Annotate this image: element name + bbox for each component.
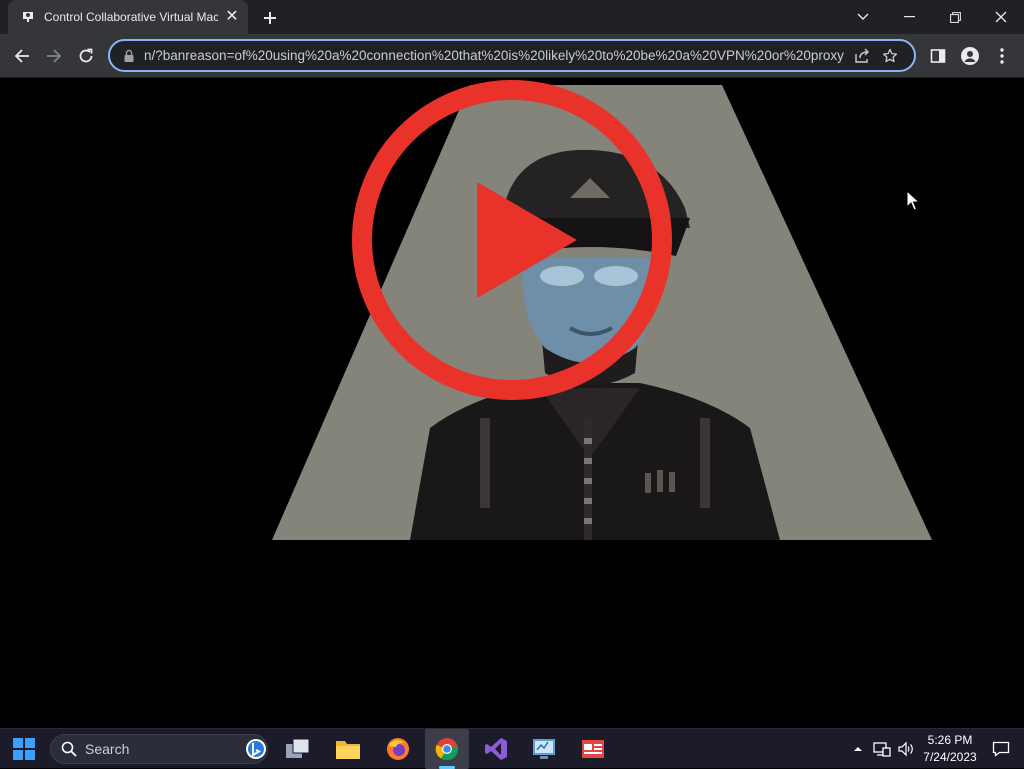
close-window-button[interactable] <box>978 0 1024 34</box>
url-text[interactable]: n/?banreason=of%20using%20a%20connection… <box>144 48 848 63</box>
taskbar: Search 5:26 PM 7/24/2023 <box>0 728 1024 769</box>
show-hidden-icons-button[interactable] <box>848 729 868 769</box>
news-icon <box>582 740 604 758</box>
tab-title: Control Collaborative Virtual Machine <box>44 10 218 24</box>
video-player[interactable] <box>0 78 1024 730</box>
chevron-down-icon <box>857 13 869 20</box>
control-panel-button[interactable] <box>522 729 566 769</box>
visual-studio-button[interactable] <box>474 729 518 769</box>
restore-icon <box>949 11 961 23</box>
tab-search-button[interactable] <box>840 0 886 34</box>
start-button[interactable] <box>2 729 46 769</box>
taskbar-clock[interactable]: 5:26 PM 7/24/2023 <box>916 732 984 766</box>
reload-button[interactable] <box>72 42 100 70</box>
clock-time: 5:26 PM <box>927 733 973 747</box>
minimize-icon <box>903 16 915 18</box>
side-panel-button[interactable] <box>924 42 952 70</box>
notification-icon <box>992 741 1010 757</box>
new-tab-button[interactable] <box>258 6 282 30</box>
bing-icon[interactable] <box>245 738 267 760</box>
notifications-button[interactable] <box>988 729 1014 769</box>
reload-icon <box>79 48 93 63</box>
forward-button[interactable] <box>40 42 68 70</box>
chrome-icon <box>435 738 459 761</box>
menu-button[interactable] <box>988 42 1016 70</box>
arrow-right-icon <box>47 49 62 63</box>
task-view-icon <box>286 738 310 758</box>
volume-button[interactable] <box>894 729 918 769</box>
restore-button[interactable] <box>932 0 978 34</box>
chevron-up-icon <box>854 747 862 751</box>
volume-icon <box>898 741 913 757</box>
profile-avatar-icon <box>961 47 979 65</box>
firefox-icon <box>387 738 409 760</box>
network-icon <box>873 742 891 757</box>
close-icon <box>995 11 1007 23</box>
firefox-button[interactable] <box>376 729 420 769</box>
visual-studio-icon <box>485 738 507 760</box>
bookmark-star-icon[interactable] <box>876 42 904 70</box>
arrow-left-icon <box>14 49 29 63</box>
taskbar-search[interactable]: Search <box>50 734 268 764</box>
clock-date: 7/24/2023 <box>923 750 977 764</box>
address-bar[interactable]: n/?banreason=of%20using%20a%20connection… <box>108 39 916 72</box>
lock-icon[interactable] <box>122 49 136 63</box>
windows-logo-icon <box>13 738 35 760</box>
kebab-menu-icon <box>1000 48 1004 64</box>
chrome-button[interactable] <box>425 729 469 769</box>
file-explorer-button[interactable] <box>326 729 370 769</box>
vm-favicon-icon <box>20 9 36 25</box>
tab-strip: Control Collaborative Virtual Machine ✕ <box>0 0 1024 34</box>
search-label: Search <box>85 741 130 757</box>
network-button[interactable] <box>870 729 894 769</box>
profile-button[interactable] <box>956 42 984 70</box>
tab-close-icon[interactable]: ✕ <box>224 9 240 25</box>
folder-icon <box>336 741 360 759</box>
news-app-button[interactable] <box>571 729 615 769</box>
share-icon[interactable] <box>848 42 876 70</box>
page-content <box>0 78 1024 730</box>
mouse-cursor-icon <box>906 190 920 211</box>
plus-icon <box>264 12 276 24</box>
control-panel-icon <box>533 739 555 759</box>
back-button[interactable] <box>8 42 36 70</box>
search-icon <box>61 741 77 757</box>
browser-tab[interactable]: Control Collaborative Virtual Machine ✕ <box>8 0 248 34</box>
minimize-button[interactable] <box>886 0 932 34</box>
task-view-button[interactable] <box>276 729 320 769</box>
side-panel-icon <box>930 49 946 63</box>
